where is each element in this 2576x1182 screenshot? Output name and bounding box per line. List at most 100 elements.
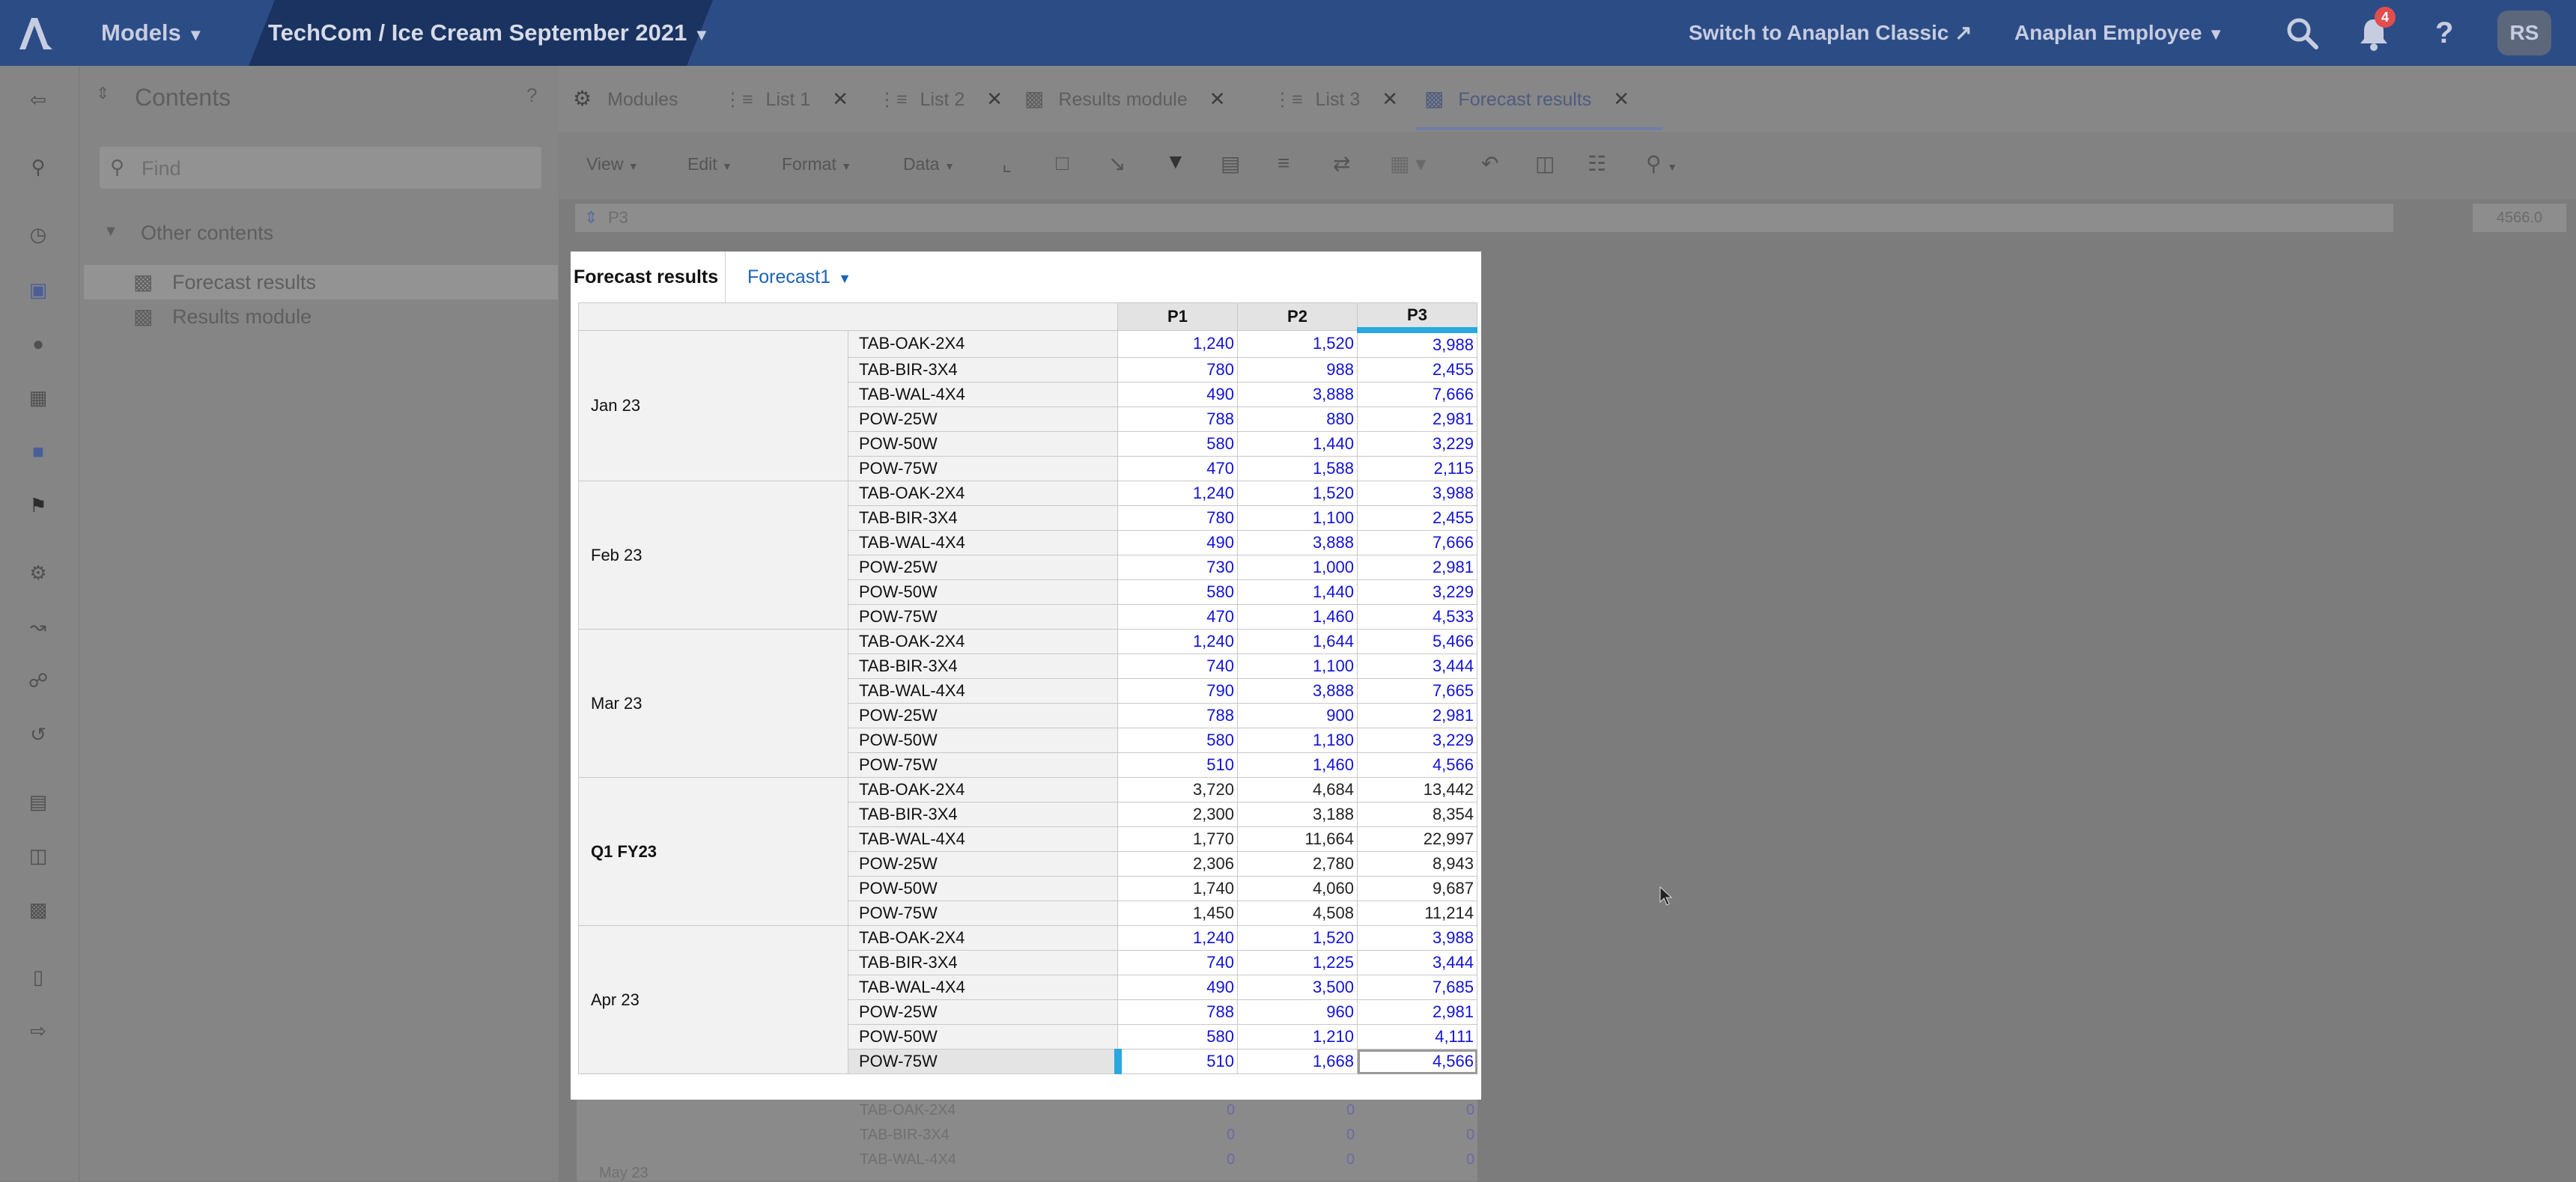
product-row-header[interactable]: TAB-OAK-2X4: [848, 925, 1118, 951]
pivot-icon[interactable]: ↘: [1108, 151, 1126, 176]
product-row-header[interactable]: POW-25W: [848, 406, 1118, 432]
switch-classic-link[interactable]: Switch to Anaplan Classic ↗: [1689, 0, 1972, 66]
product-row-header[interactable]: TAB-OAK-2X4: [848, 777, 1118, 802]
cell-value[interactable]: 0: [1466, 1151, 1474, 1169]
product-row-header[interactable]: POW-75W: [848, 901, 1118, 926]
grid-cell[interactable]: 580: [1117, 431, 1238, 457]
product-row-header[interactable]: TAB-BIR-3X4: [848, 802, 1118, 827]
grid-cell[interactable]: 580: [1117, 579, 1238, 605]
people-icon[interactable]: ●: [27, 332, 49, 355]
grid-cell[interactable]: 1,000: [1237, 555, 1358, 580]
grid-cell[interactable]: 11,214: [1357, 901, 1477, 926]
cell-value[interactable]: 0: [1346, 1151, 1355, 1169]
grid-cell[interactable]: 5,466: [1357, 629, 1477, 654]
grid-cell[interactable]: 788: [1117, 703, 1238, 728]
grid-cell[interactable]: 1,520: [1237, 481, 1358, 506]
tab-list-2[interactable]: ⋮≡ List 2 ✕: [878, 66, 1003, 132]
product-row-header[interactable]: POW-50W: [848, 431, 1118, 457]
contents-icon[interactable]: ▣: [27, 278, 49, 301]
grid-cell[interactable]: 1,240: [1117, 629, 1238, 654]
grid-cell[interactable]: 3,888: [1237, 382, 1358, 407]
cell-value[interactable]: 0: [1227, 1127, 1235, 1144]
grid-cell[interactable]: 900: [1237, 703, 1358, 728]
period-row-header[interactable]: Feb 23: [578, 481, 724, 630]
grid-cell[interactable]: 2,455: [1357, 357, 1477, 383]
grid-cell[interactable]: 1,100: [1237, 505, 1358, 531]
grid-cell[interactable]: 7,665: [1357, 678, 1477, 704]
cell-value[interactable]: 0: [1227, 1102, 1235, 1119]
grid-cell[interactable]: 3,229: [1357, 579, 1477, 605]
clock-icon[interactable]: ◷: [27, 223, 49, 246]
grid-cell[interactable]: 580: [1117, 728, 1238, 753]
grid-cell[interactable]: 22,997: [1357, 826, 1477, 852]
tab-list-3[interactable]: ⋮≡ List 3 ✕: [1273, 66, 1398, 132]
layout-icon[interactable]: ▦ ▾: [1390, 151, 1426, 176]
tab-modules[interactable]: ⚙ Modules: [573, 66, 678, 132]
find-input[interactable]: ⚲ Find: [100, 147, 541, 189]
period-row-header[interactable]: Mar 23: [578, 629, 724, 778]
grid-cell[interactable]: 1,240: [1117, 329, 1238, 358]
close-icon[interactable]: ✕: [1382, 88, 1398, 110]
expand-rail-icon[interactable]: ⇨: [27, 1020, 49, 1042]
grid-cell[interactable]: 3,444: [1357, 654, 1477, 679]
grid-cell[interactable]: 13,442: [1357, 777, 1477, 802]
grid-cell[interactable]: 9,687: [1357, 876, 1477, 901]
tab-list-1[interactable]: ⋮≡ List 1 ✕: [723, 66, 848, 132]
undo-icon[interactable]: ↶: [1481, 151, 1498, 176]
grid-cell[interactable]: 4,566: [1357, 752, 1477, 778]
grid-cell[interactable]: 1,644: [1237, 629, 1358, 654]
period-row-header[interactable]: Apr 23: [578, 925, 724, 1074]
product-row-header[interactable]: POW-25W: [848, 555, 1118, 580]
product-row-header[interactable]: TAB-BIR-3X4: [848, 950, 1118, 975]
search-icon[interactable]: ⚲: [27, 156, 49, 178]
import-icon[interactable]: ↝: [27, 615, 49, 638]
avatar[interactable]: RS: [2497, 10, 2551, 55]
grid-cell[interactable]: 1,210: [1237, 1024, 1358, 1050]
product-row-header[interactable]: TAB-BIR-3X4: [848, 357, 1118, 383]
column-header-p3[interactable]: P3: [1357, 302, 1477, 333]
search-icon[interactable]: [2284, 15, 2320, 55]
grid-cell[interactable]: 960: [1237, 999, 1358, 1025]
grid-cell[interactable]: 1,180: [1237, 728, 1358, 753]
grid-cell[interactable]: 470: [1117, 604, 1238, 630]
grid-cell[interactable]: 3,988: [1357, 481, 1477, 506]
product-row-header[interactable]: POW-75W: [848, 1049, 1122, 1074]
close-icon[interactable]: ✕: [1209, 88, 1226, 110]
grid-cell[interactable]: 1,100: [1237, 654, 1358, 679]
grid-cell[interactable]: 11,664: [1237, 826, 1358, 852]
product-row-header[interactable]: POW-25W: [848, 703, 1118, 728]
product-row-header[interactable]: POW-25W: [848, 999, 1118, 1025]
list-icon[interactable]: ■: [27, 440, 49, 463]
grid-cell[interactable]: 3,888: [1237, 678, 1358, 704]
tab-forecast-results[interactable]: ▩ Forecast results ✕: [1424, 66, 1629, 132]
grid-cell[interactable]: 3,188: [1237, 802, 1358, 827]
grid-cell[interactable]: 2,115: [1357, 456, 1477, 481]
product-row-header[interactable]: TAB-OAK-2X4: [848, 629, 1118, 654]
help-icon[interactable]: ?: [526, 84, 537, 107]
cell-value[interactable]: 0: [1466, 1102, 1474, 1119]
grid-cell[interactable]: 3,229: [1357, 431, 1477, 457]
grid-cell[interactable]: 580: [1117, 1024, 1238, 1050]
grid-cell[interactable]: 1,225: [1237, 950, 1358, 975]
show-hide-icon[interactable]: ≡: [1278, 151, 1289, 175]
cell-value[interactable]: 0: [1466, 1127, 1474, 1144]
grid-cell[interactable]: 4,566: [1357, 1049, 1477, 1074]
delete-icon[interactable]: ◫: [1535, 151, 1555, 176]
grid-cell[interactable]: 510: [1117, 752, 1238, 778]
product-row-header[interactable]: TAB-WAL-4X4: [848, 975, 1118, 1000]
grid-cell[interactable]: 1,460: [1237, 604, 1358, 630]
grid-cell[interactable]: 780: [1117, 505, 1238, 531]
sort-icon[interactable]: ⇕: [96, 84, 109, 103]
grid-cell[interactable]: 2,981: [1357, 999, 1477, 1025]
product-row-header[interactable]: TAB-OAK-2X4: [848, 481, 1118, 506]
grid-cell[interactable]: 7,666: [1357, 530, 1477, 555]
grid-cell[interactable]: 740: [1117, 654, 1238, 679]
product-row-header[interactable]: TAB-WAL-4X4: [848, 382, 1118, 407]
period-row-header[interactable]: Jan 23: [578, 329, 724, 481]
grid-cell[interactable]: 7,685: [1357, 975, 1477, 1000]
grid-cell[interactable]: 2,300: [1117, 802, 1238, 827]
product-row-header[interactable]: TAB-WAL-4X4: [848, 678, 1118, 704]
product-row-header[interactable]: POW-50W: [848, 876, 1118, 901]
product-row-header[interactable]: POW-25W: [848, 851, 1118, 877]
models-menu[interactable]: Models ▼: [101, 0, 204, 68]
